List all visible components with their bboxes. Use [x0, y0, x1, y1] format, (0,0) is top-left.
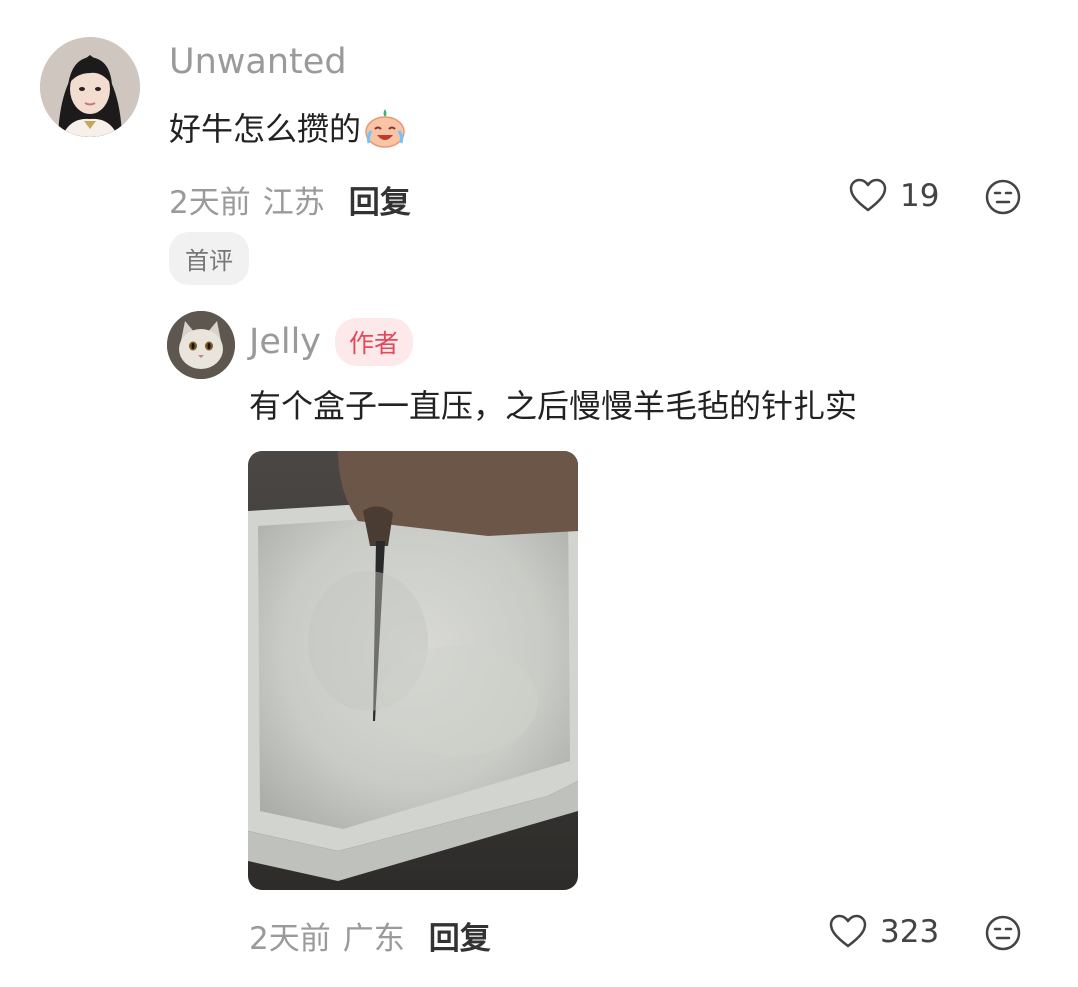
avatar-jelly[interactable] [167, 311, 235, 379]
author-badge: 作者 [335, 318, 414, 366]
crying-laughing-emoji-icon [365, 109, 405, 148]
username[interactable]: Jelly [249, 322, 321, 362]
comment-meta: 2天前 广东 回复 [249, 913, 491, 958]
comment-text-content: 好牛怎么攒的 [169, 110, 362, 148]
photo-image [248, 451, 578, 890]
like-count: 323 [880, 914, 940, 950]
timestamp: 2天前 [249, 921, 331, 957]
username[interactable]: Unwanted [169, 42, 347, 82]
reply-button[interactable]: 回复 [429, 913, 491, 958]
cat-avatar-image [167, 311, 235, 379]
heart-outline-icon [849, 178, 887, 212]
location: 江苏 [262, 185, 325, 221]
comment-meta: 2天前 江苏 回复 [169, 177, 411, 222]
comment-text: 好牛怎么攒的 [169, 104, 407, 150]
avatar-unwanted[interactable] [40, 37, 140, 137]
neutral-face-icon[interactable] [984, 178, 1022, 216]
username-row: Jelly 作者 [249, 318, 414, 366]
comment-text: 有个盒子一直压，之后慢慢羊毛毡的针扎实 [249, 387, 858, 425]
timestamp: 2天前 [169, 185, 251, 221]
neutral-face-icon[interactable] [984, 914, 1022, 952]
like-count: 19 [900, 178, 940, 214]
location: 广东 [342, 921, 405, 957]
reply-button[interactable]: 回复 [349, 177, 411, 222]
like-button[interactable]: 19 [848, 176, 939, 216]
like-button[interactable]: 323 [828, 912, 939, 952]
heart-outline-icon [829, 914, 867, 948]
avatar-image [40, 37, 140, 137]
first-comment-badge: 首评 [169, 232, 249, 285]
wool-felt-needle-photo[interactable] [248, 451, 578, 890]
